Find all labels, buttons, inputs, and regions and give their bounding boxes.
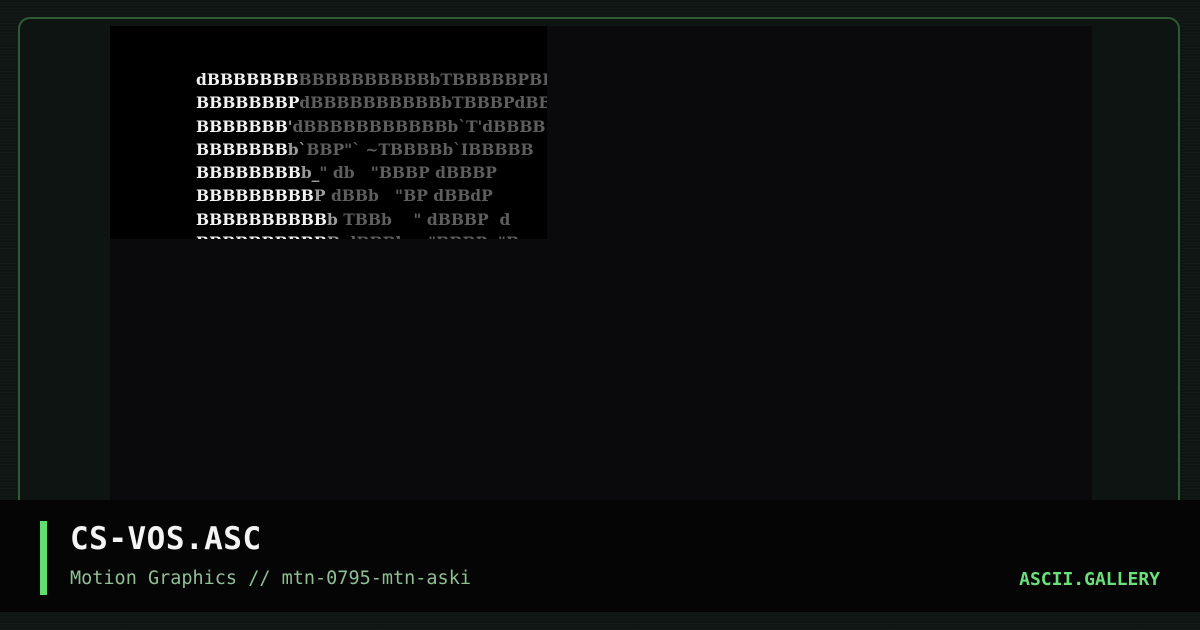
artwork-canvas: dBBBBBBBBBBBBBBBBBbTBBBBBPBBB BBBBBBBPdB… (110, 26, 1092, 506)
ascii-line: BBBBBBBBb_" db "BBBP dBBBP (196, 163, 502, 182)
ascii-bright-segment: BBBBBBBBBB (196, 233, 327, 239)
ascii-line: BBBBBBBb`BBP"` ~TBBBBb`IBBBBB (196, 140, 534, 159)
ascii-dim-segment: dBBBBBBBBBBBb`T'dBBBB (292, 116, 546, 136)
artwork-title: CS-VOS.ASC (70, 521, 262, 557)
ascii-bright-segment: BBBBBBBB (196, 163, 301, 183)
ascii-line: BBBBBBBBBP dBBb "BP dBBdP (196, 186, 498, 205)
artwork-subtitle: Motion Graphics // mtn-0795-mtn-aski (70, 568, 471, 589)
ascii-bright-segment: BBBBBBBP (196, 93, 300, 113)
ascii-art-panel: dBBBBBBBBBBBBBBBBBbTBBBBBPBBB BBBBBBBPdB… (110, 26, 547, 239)
ascii-bright-segment: BBBBBBB (196, 139, 288, 159)
ascii-dim-segment: TBBb " dBBBP d (337, 209, 511, 229)
ascii-mid-segment: P (313, 186, 326, 206)
ascii-bright-segment: dBBBBBBB (196, 70, 299, 89)
ascii-dim-segment: BBP"` ~TBBBBb`IBBBBB (306, 139, 534, 159)
ascii-bright-segment: BBBBBBBBBB (196, 209, 328, 229)
ascii-line: BBBBBBBBBBB dBBBb "BBBP "B (196, 233, 519, 239)
ascii-art: dBBBBBBBBBBBBBBBBBbTBBBBBPBBB BBBBBBBPdB… (196, 68, 547, 239)
ascii-dim-segment: dBBBBBBBBBBbTBBBPdBBB (299, 93, 547, 113)
ascii-dim-segment: " db "BBBP dBBBP (319, 163, 503, 183)
ascii-dim-segment: BBBBBBBBBBbTBBBBBPBBB (298, 70, 547, 89)
ascii-dim-segment: dBBb "BP dBBdP (325, 186, 499, 206)
ascii-mid-segment: b` (287, 139, 307, 159)
ascii-mid-segment: b_ (300, 163, 320, 183)
ascii-mid-segment: B (327, 233, 340, 239)
ascii-line: BBBBBBBPdBBBBBBBBBBbTBBBPdBBB (196, 93, 547, 112)
ascii-bright-segment: BBBBBBBBB (196, 186, 314, 206)
ascii-line: BBBBBBB'dBBBBBBBBBBBb`T'dBBBB (196, 117, 546, 136)
ascii-bright-segment: BBBBBBB (196, 116, 288, 136)
ascii-line: BBBBBBBBBBb TBBb " dBBBP d (196, 210, 510, 229)
caption-bar: CS-VOS.ASC Motion Graphics // mtn-0795-m… (0, 500, 1200, 612)
site-brand: ASCII.GALLERY (1019, 569, 1160, 590)
accent-bar (40, 521, 47, 595)
ascii-dim-segment: dBBBb "BBBP "B (340, 233, 520, 239)
ascii-mid-segment: b (327, 209, 338, 229)
ascii-line: dBBBBBBBBBBBBBBBBBbTBBBBBPBBB (196, 70, 547, 89)
